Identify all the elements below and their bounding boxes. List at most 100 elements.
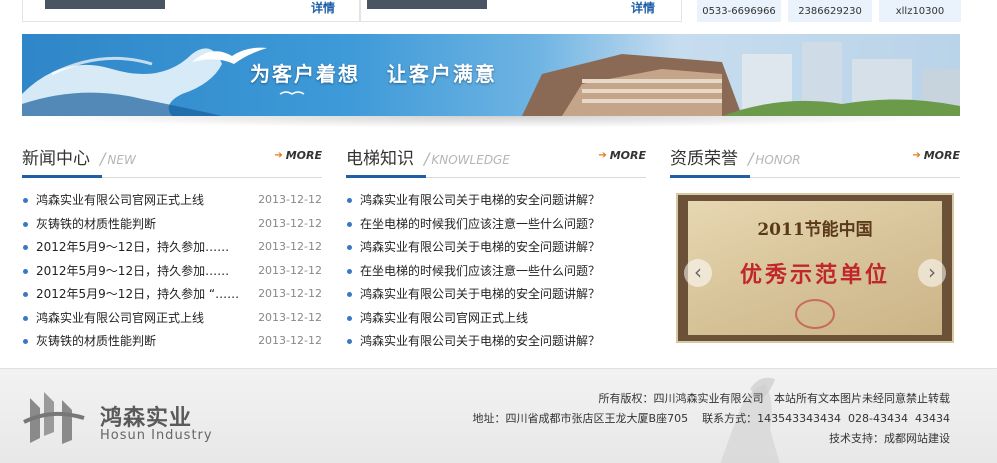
hosun-logo-icon (23, 392, 85, 444)
detail-link-right[interactable]: 详情 (631, 0, 655, 16)
news-link[interactable]: 鸿森实业有限公司官网正式上线 (36, 190, 204, 210)
slogan-left: 为客户着想 (250, 62, 360, 86)
news-more-link[interactable]: ➔ MORE (274, 149, 322, 162)
bullet-icon (347, 221, 352, 227)
knowledge-list: 鸿森实业有限公司关于电梯的安全问题讲解？ 在坐电梯的时候我们应该注意一些什么问题… (346, 190, 646, 355)
knowledge-more-link[interactable]: ➔ MORE (598, 149, 646, 162)
honor-accent-bar (670, 175, 750, 178)
bullet-icon (23, 268, 28, 274)
news-subtitle-text: NEW (107, 153, 136, 167)
list-item: 灰铸铁的材质性能判断 2013-12-12 (22, 214, 322, 238)
news-date: 2013-12-12 (258, 334, 322, 347)
honor-header: 资质荣誉 / HONOR ➔ MORE (670, 140, 960, 178)
knowledge-link[interactable]: 鸿森实业有限公司官网正式上线 (360, 308, 528, 328)
honor-section: 资质荣誉 / HONOR ➔ MORE 2011节能中国 优秀示范单位 ‹ › (670, 140, 960, 343)
bullet-icon (23, 315, 28, 321)
top-card-right: 详情 (360, 0, 682, 22)
honor-more-label: MORE (923, 149, 960, 162)
news-accent-bar (22, 175, 102, 178)
honor-certificate-image[interactable]: 2011节能中国 优秀示范单位 ‹ › (676, 193, 954, 343)
news-link[interactable]: 2012年5月9～12日，持久参加 “…… (36, 284, 239, 304)
contact-qq: 2386629230 (788, 0, 872, 22)
news-date: 2013-12-12 (258, 193, 322, 206)
bullet-icon (23, 339, 28, 344)
knowledge-link[interactable]: 鸿森实业有限公司关于电梯的安全问题讲解？ (360, 237, 600, 257)
knowledge-link[interactable]: 鸿森实业有限公司关于电梯的安全问题讲解？ (360, 331, 600, 351)
plaque-main: 优秀示范单位 (739, 262, 890, 288)
bullet-icon (347, 268, 352, 274)
knowledge-link[interactable]: 鸿森实业有限公司关于电梯的安全问题讲解？ (360, 284, 600, 304)
news-date: 2013-12-12 (258, 287, 322, 300)
news-section: 新闻中心 / NEW ➔ MORE 鸿森实业有限公司官网正式上线 2013-12-12… (22, 140, 322, 348)
knowledge-link[interactable]: 在坐电梯的时候我们应该注意一些什么问题？ (360, 261, 600, 281)
banner-slogan: 为客户着想 让客户满意 (250, 58, 497, 87)
bullet-icon (347, 339, 352, 344)
next-slide-button[interactable]: › (918, 259, 946, 287)
list-item: 在坐电梯的时候我们应该注意一些什么问题？ (346, 261, 646, 285)
contact-phone: 0533-6696966 (697, 0, 781, 22)
arrow-right-icon: ➔ (598, 150, 607, 161)
knowledge-accent-bar (346, 175, 426, 178)
honor-more-link[interactable]: ➔ MORE (912, 149, 960, 162)
knowledge-subtitle-text: KNOWLEDGE (431, 153, 510, 167)
arrow-right-icon: ➔ (274, 150, 283, 161)
prev-slide-button[interactable]: ‹ (684, 259, 712, 287)
news-date: 2013-12-12 (258, 263, 322, 277)
news-link[interactable]: 灰铸铁的材质性能判断 (36, 214, 156, 234)
bullet-icon (347, 198, 352, 203)
detail-link-left[interactable]: 详情 (311, 0, 335, 16)
news-list: 鸿森实业有限公司官网正式上线 2013-12-12 灰铸铁的材质性能判断 2013-… (22, 190, 322, 355)
slogan-right: 让客户满意 (386, 62, 497, 86)
bullet-icon (23, 245, 28, 250)
banner: 为客户着想 让客户满意 (22, 34, 960, 116)
bullet-icon (23, 292, 28, 297)
top-card-left: 详情 (22, 0, 360, 22)
honor-subtitle: / HONOR (748, 149, 801, 168)
bullet-icon (347, 315, 352, 321)
news-title: 新闻中心 (22, 149, 90, 169)
list-item: 2012年5月9～12日，持久参加…… 2013-12-12 (22, 261, 322, 285)
news-link[interactable]: 鸿森实业有限公司官网正式上线 (36, 308, 204, 328)
news-more-label: MORE (285, 149, 322, 162)
knowledge-more-label: MORE (609, 149, 646, 162)
knowledge-link[interactable]: 在坐电梯的时候我们应该注意一些什么问题？ (360, 214, 600, 234)
list-item: 灰铸铁的材质性能判断 2013-12-12 (22, 331, 322, 355)
knowledge-link[interactable]: 鸿森实业有限公司关于电梯的安全问题讲解？ (360, 190, 600, 210)
list-item: 鸿森实业有限公司官网正式上线 (346, 308, 646, 332)
list-item: 2012年5月9～12日，持久参加 “…… 2013-12-12 (22, 284, 322, 308)
arrow-right-icon: ➔ (912, 150, 921, 161)
honor-subtitle-text: HONOR (755, 153, 801, 167)
list-item: 2012年5月9～12日，持久参加…… 2013-12-12 (22, 237, 322, 261)
top-thumb-right (367, 0, 487, 9)
list-item: 在坐电梯的时候我们应该注意一些什么问题？ (346, 214, 646, 238)
news-link[interactable]: 2012年5月9～12日，持久参加…… (36, 261, 229, 281)
bullet-icon (347, 292, 352, 297)
bullet-icon (23, 198, 28, 203)
news-link[interactable]: 2012年5月9～12日，持久参加…… (36, 237, 229, 257)
bullet-icon (23, 221, 28, 227)
list-item: 鸿森实业有限公司关于电梯的安全问题讲解？ (346, 190, 646, 214)
contact-id: xllz10300 (879, 0, 961, 22)
knowledge-section: 电梯知识 / KNOWLEDGE ➔ MORE 鸿森实业有限公司关于电梯的安全问题讲… (346, 140, 646, 348)
seal-icon (795, 299, 835, 329)
list-item: 鸿森实业有限公司关于电梯的安全问题讲解？ (346, 331, 646, 355)
honor-plaque: 2011节能中国 优秀示范单位 (688, 201, 942, 335)
news-link[interactable]: 灰铸铁的材质性能判断 (36, 331, 156, 351)
footer-copyright: 所有版权：四川鸿森实业有限公司 本站所有文本图片未经同意禁止转载 (598, 392, 951, 405)
list-item: 鸿森实业有限公司官网正式上线 2013-12-12 (22, 308, 322, 332)
page: 详情 详情 0533-6696966 2386629230 xllz10300 (0, 0, 997, 463)
banner-shadow (22, 116, 960, 128)
footer-support: 技术支持：成都网站建设 (829, 432, 950, 445)
news-date: 2013-12-12 (258, 216, 322, 230)
honor-title: 资质荣誉 (670, 149, 738, 169)
news-header: 新闻中心 / NEW ➔ MORE (22, 140, 322, 178)
news-date: 2013-12-12 (258, 240, 322, 253)
footer-logo-en: Hosun Industry (100, 428, 213, 443)
plaque-title: 2011节能中国 (757, 220, 873, 240)
list-item: 鸿森实业有限公司关于电梯的安全问题讲解？ (346, 284, 646, 308)
bullet-icon (347, 245, 352, 250)
news-subtitle: / NEW (100, 149, 136, 168)
top-strip: 详情 详情 0533-6696966 2386629230 xllz10300 (0, 0, 997, 24)
news-date: 2013-12-12 (258, 310, 322, 324)
knowledge-subtitle: / KNOWLEDGE (424, 149, 510, 168)
